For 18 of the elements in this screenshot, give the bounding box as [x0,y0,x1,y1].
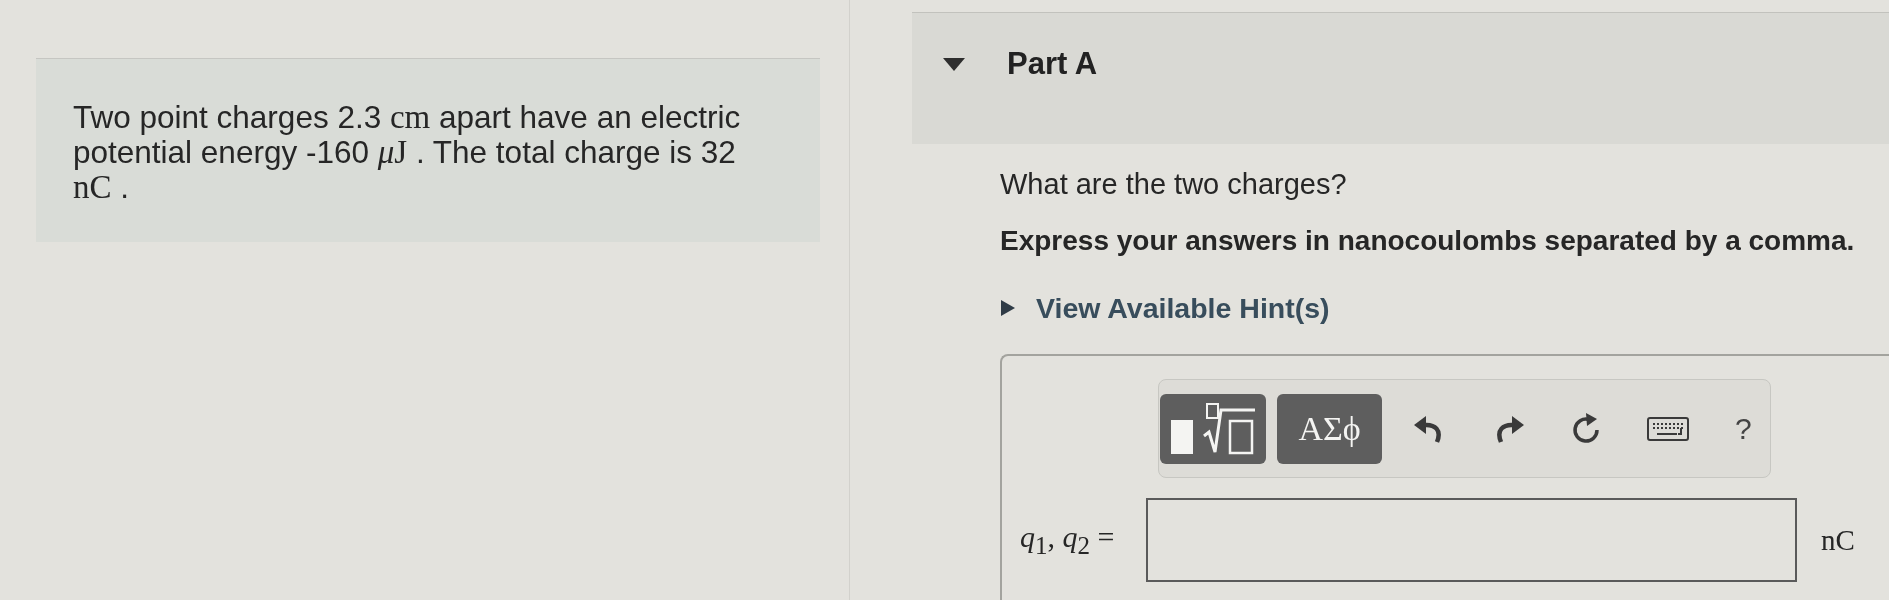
unit-label: nC [1821,523,1855,557]
answer-label: q$_{1}$, q$_{2}$ = [1020,520,1116,560]
reset-icon[interactable] [1572,413,1602,444]
templates-icon [1170,402,1256,455]
undo-icon[interactable] [1413,414,1443,443]
part-title[interactable]: Part A [1007,46,1098,82]
question-text: What are the two charges? [1000,168,1347,200]
hint-link[interactable]: View Available Hint(s) [1036,292,1330,324]
caret-icon[interactable] [943,58,965,71]
keyboard-icon[interactable] [1647,416,1689,441]
symbols-button[interactable]: ΑΣϕ [1277,393,1382,464]
templates-button[interactable] [1160,393,1266,464]
redo-icon[interactable] [1495,414,1525,443]
problem-text: Two point charges 2.3 cm apart have an electric potential energy -160 μJ . The total charge is 32 nC . [73,100,742,205]
instruction-text: Express your answers in nanocoulombs separated by a comma. [1000,225,1855,257]
help-button[interactable]: ? [1735,411,1752,446]
answer-field[interactable] [1146,498,1797,582]
caret-icon[interactable] [1001,300,1015,316]
